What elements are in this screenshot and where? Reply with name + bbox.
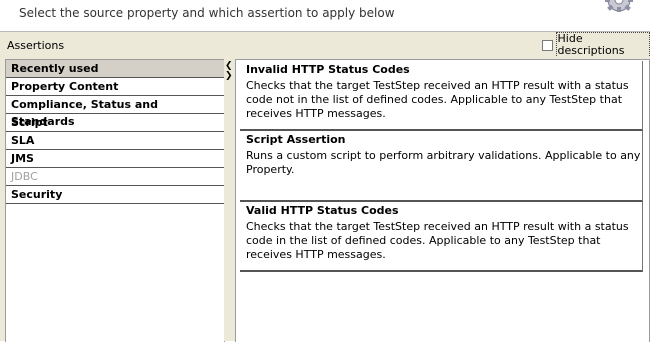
hide-descriptions-checkbox[interactable]: [542, 39, 553, 51]
assertion-item-valid-http-status[interactable]: Valid HTTP Status Codes Checks that the …: [240, 202, 643, 272]
assertion-item-invalid-http-status[interactable]: Invalid HTTP Status Codes Checks that th…: [240, 61, 643, 131]
assertion-description: Runs a custom script to perform arbitrar…: [246, 149, 641, 176]
assertion-description: Checks that the target TestStep received…: [246, 220, 629, 261]
dialog-header: Select the source property and which ass…: [0, 0, 650, 32]
assertion-list-panel: Invalid HTTP Status Codes Checks that th…: [235, 59, 650, 342]
assertion-picker: Recently used Property Content Complianc…: [0, 56, 650, 342]
assertions-title: Assertions: [7, 39, 65, 52]
assertion-name: Invalid HTTP Status Codes: [246, 63, 410, 76]
category-item-compliance[interactable]: Compliance, Status and Standards: [6, 96, 224, 128]
category-item-recently-used[interactable]: Recently used: [6, 60, 224, 78]
assertion-name: Valid HTTP Status Codes: [246, 204, 399, 217]
hide-descriptions-toggle[interactable]: Hide descriptions: [542, 32, 650, 58]
category-item-jdbc[interactable]: JDBC: [6, 168, 224, 186]
category-list: Recently used Property Content Complianc…: [6, 60, 224, 204]
category-item-property-content[interactable]: Property Content: [6, 78, 224, 96]
assertion-item-script[interactable]: Script Assertion Runs a custom script to…: [240, 131, 643, 202]
hide-descriptions-label[interactable]: Hide descriptions: [555, 32, 650, 58]
assertion-name: Script Assertion: [246, 133, 346, 146]
assertion-description: Checks that the target TestStep received…: [246, 79, 629, 120]
category-item-jms[interactable]: JMS: [6, 150, 224, 168]
category-item-script[interactable]: Script: [6, 114, 224, 132]
category-item-security[interactable]: Security: [6, 186, 224, 204]
panel-splitter[interactable]: ❮ ❯: [224, 59, 233, 341]
gear-icon: [605, 0, 633, 12]
category-item-sla[interactable]: SLA: [6, 132, 224, 150]
dialog-subtitle: Select the source property and which ass…: [19, 6, 395, 20]
category-list-panel: Recently used Property Content Complianc…: [5, 59, 225, 342]
expand-right-icon[interactable]: ❯: [225, 72, 233, 81]
collapse-left-icon[interactable]: ❮: [225, 62, 233, 71]
